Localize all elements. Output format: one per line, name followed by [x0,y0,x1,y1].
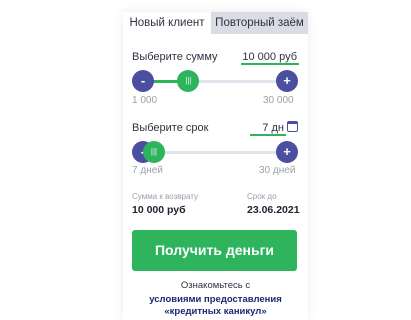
amount-max-label: 30 000 [263,95,294,106]
return-amount-value: 10 000 руб [132,204,186,216]
term-value: 7 [262,122,269,134]
calendar-icon[interactable] [287,121,298,132]
amount-field[interactable]: 10 000 руб [241,51,299,65]
amount-label: Выберите сумму [132,51,218,63]
client-tabs: Новый клиент Повторный заём [123,12,308,34]
term-unit: дн [271,122,285,134]
term-field[interactable]: 7 дн [250,122,286,136]
get-money-button[interactable]: Получить деньги [132,230,297,271]
tab-new-client[interactable]: Новый клиент [123,12,211,34]
due-date-value: 23.06.2021 [247,204,300,216]
term-max-label: 30 дней [259,165,296,176]
terms-note: Ознакомьтесь с [180,280,251,291]
amount-decrease-button[interactable]: - [132,70,154,92]
tab-repeat-loan[interactable]: Повторный заём [211,12,308,34]
return-amount-label: Сумма к возврату [132,192,198,201]
amount-slider-track[interactable] [143,80,288,83]
amount-min-label: 1 000 [132,95,158,106]
terms-link-line2[interactable]: «кредитных каникул» [123,306,308,317]
term-label: Выберите срок [132,122,209,134]
loan-calculator-panel: Новый клиент Повторный заём Выберите сум… [123,12,308,320]
amount-value: 10 000 [242,51,277,63]
term-min-label: 7 дней [132,165,163,176]
due-date-label: Срок до [247,192,277,201]
terms-link-line1[interactable]: условиями предоставления [123,294,308,305]
term-slider-thumb[interactable]: ||| [143,141,165,163]
amount-unit: руб [279,51,297,63]
term-increase-button[interactable]: + [276,141,298,163]
amount-increase-button[interactable]: + [276,70,298,92]
amount-slider-thumb[interactable]: ||| [177,70,200,92]
